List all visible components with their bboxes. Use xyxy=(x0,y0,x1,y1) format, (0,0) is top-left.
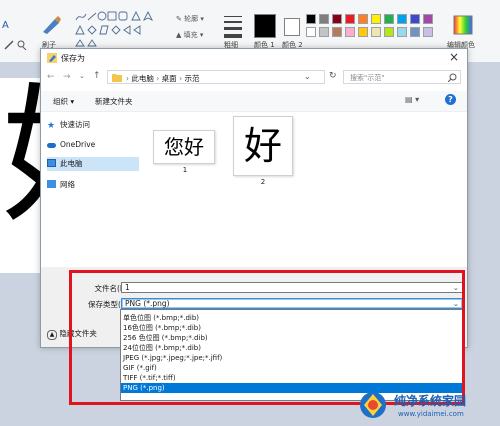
recent-dropdown-icon[interactable]: ⌄ xyxy=(79,72,85,80)
palette-swatch[interactable] xyxy=(319,14,329,24)
palette-swatch[interactable] xyxy=(332,14,342,24)
dialog-toolbar: 组织 ▾ 新建文件夹 ▤ ▾ ? xyxy=(41,91,467,112)
palette-swatch[interactable] xyxy=(410,14,420,24)
breadcrumb-folder[interactable]: 示范 xyxy=(184,74,199,83)
outline-icon: ✎ xyxy=(176,15,182,23)
palette-swatch[interactable] xyxy=(410,27,420,37)
up-icon[interactable]: ↑ xyxy=(93,71,101,81)
text-tool-icon[interactable]: A xyxy=(2,20,9,31)
watermark-title: 纯净系统家园 xyxy=(394,394,467,408)
address-bar[interactable]: › 此电脑 › 桌面 › 示范 ⌄ xyxy=(107,70,325,84)
refresh-icon[interactable]: ↻ xyxy=(329,71,337,81)
nav-label: 快速访问 xyxy=(60,120,90,129)
watermark-url: www.yidaimei.com xyxy=(398,410,464,418)
nav-label: OneDrive xyxy=(60,140,96,149)
forward-icon[interactable]: → xyxy=(63,72,71,82)
dialog-title-bar[interactable]: 保存为 × xyxy=(41,49,467,67)
watermark-logo-icon xyxy=(360,392,386,418)
fill-icon: ▲ xyxy=(176,31,182,39)
file-list-pane: 您好 1 好 2 xyxy=(145,112,465,282)
brush-button[interactable] xyxy=(40,14,62,38)
annotation-highlight-box xyxy=(69,270,465,405)
palette-swatch[interactable] xyxy=(397,14,407,24)
file-thumbnail[interactable]: 好 xyxy=(233,116,293,176)
nav-quick-access[interactable]: ★ 快速访问 xyxy=(47,118,139,132)
palette-swatch[interactable] xyxy=(384,14,394,24)
pc-icon xyxy=(47,159,56,167)
network-icon xyxy=(47,180,56,188)
search-box[interactable]: 搜索"示范" xyxy=(343,70,461,84)
nav-label: 网络 xyxy=(60,180,75,189)
new-folder-button[interactable]: 新建文件夹 xyxy=(95,96,133,107)
nav-onedrive[interactable]: OneDrive xyxy=(47,138,139,152)
dialog-title: 保存为 xyxy=(61,54,85,63)
palette-swatch[interactable] xyxy=(332,27,342,37)
file-name[interactable]: 1 xyxy=(175,166,195,174)
palette-swatch[interactable] xyxy=(384,27,394,37)
nav-label: 此电脑 xyxy=(60,159,83,168)
outline-dropdown[interactable]: ✎ 轮廓 ▾ xyxy=(176,14,204,24)
star-icon: ★ xyxy=(47,121,56,131)
color1-swatch[interactable] xyxy=(254,14,276,38)
search-icon xyxy=(448,73,457,82)
palette-swatch[interactable] xyxy=(345,27,355,37)
edit-colors-icon xyxy=(453,15,473,35)
navigation-pane: ★ 快速访问 OneDrive 此电脑 网络 xyxy=(41,112,143,282)
fill-dropdown[interactable]: ▲ 填充 ▾ xyxy=(176,30,203,40)
help-icon[interactable]: ? xyxy=(445,94,456,105)
palette-swatch[interactable] xyxy=(358,27,368,37)
close-button[interactable]: × xyxy=(449,50,459,64)
breadcrumb-desktop[interactable]: 桌面 xyxy=(162,74,177,83)
nav-network[interactable]: 网络 xyxy=(47,178,139,192)
palette-swatch[interactable] xyxy=(345,14,355,24)
breadcrumb-pc[interactable]: 此电脑 xyxy=(131,74,154,83)
size-button[interactable] xyxy=(222,14,244,40)
site-watermark: 纯净系统家园 www.yidaimei.com xyxy=(358,388,498,424)
edit-colors-button[interactable] xyxy=(452,14,474,38)
palette-swatch[interactable] xyxy=(358,14,368,24)
palette-swatch[interactable] xyxy=(423,14,433,24)
breadcrumb: › 此电脑 › 桌面 › 示范 xyxy=(126,74,200,83)
magnifier-icon[interactable] xyxy=(16,40,28,51)
organize-button[interactable]: 组织 ▾ xyxy=(53,96,74,107)
palette-swatch[interactable] xyxy=(306,14,316,24)
address-dropdown-icon[interactable]: ⌄ xyxy=(304,72,311,81)
cloud-icon xyxy=(47,143,56,148)
outline-label: 轮廓 xyxy=(184,15,199,23)
palette-swatch[interactable] xyxy=(371,14,381,24)
shapes-gallery[interactable] xyxy=(74,10,172,48)
file-thumbnail[interactable]: 您好 xyxy=(153,130,215,164)
color2-swatch[interactable] xyxy=(284,18,300,36)
picker-tool-icon[interactable] xyxy=(4,40,16,50)
paint-app-icon xyxy=(47,53,57,63)
back-icon[interactable]: ← xyxy=(47,72,55,82)
address-row: ← → ⌄ ↑ › 此电脑 › 桌面 › 示范 ⌄ ↻ 搜索"示范" xyxy=(41,68,467,88)
color-palette[interactable] xyxy=(306,14,446,44)
palette-swatch[interactable] xyxy=(306,27,316,37)
palette-swatch[interactable] xyxy=(371,27,381,37)
view-options-icon[interactable]: ▤ ▾ xyxy=(405,95,419,104)
palette-swatch[interactable] xyxy=(397,27,407,37)
folder-icon xyxy=(112,74,122,82)
palette-swatch[interactable] xyxy=(319,27,329,37)
palette-swatch[interactable] xyxy=(423,27,433,37)
collapse-icon: ▲ xyxy=(47,330,57,340)
fill-label: 填充 xyxy=(183,31,198,39)
brush-icon xyxy=(43,16,61,34)
file-name[interactable]: 2 xyxy=(253,178,273,186)
line-size-icon xyxy=(224,16,242,38)
search-placeholder: 搜索"示范" xyxy=(350,74,385,82)
nav-this-pc[interactable]: 此电脑 xyxy=(47,157,139,171)
